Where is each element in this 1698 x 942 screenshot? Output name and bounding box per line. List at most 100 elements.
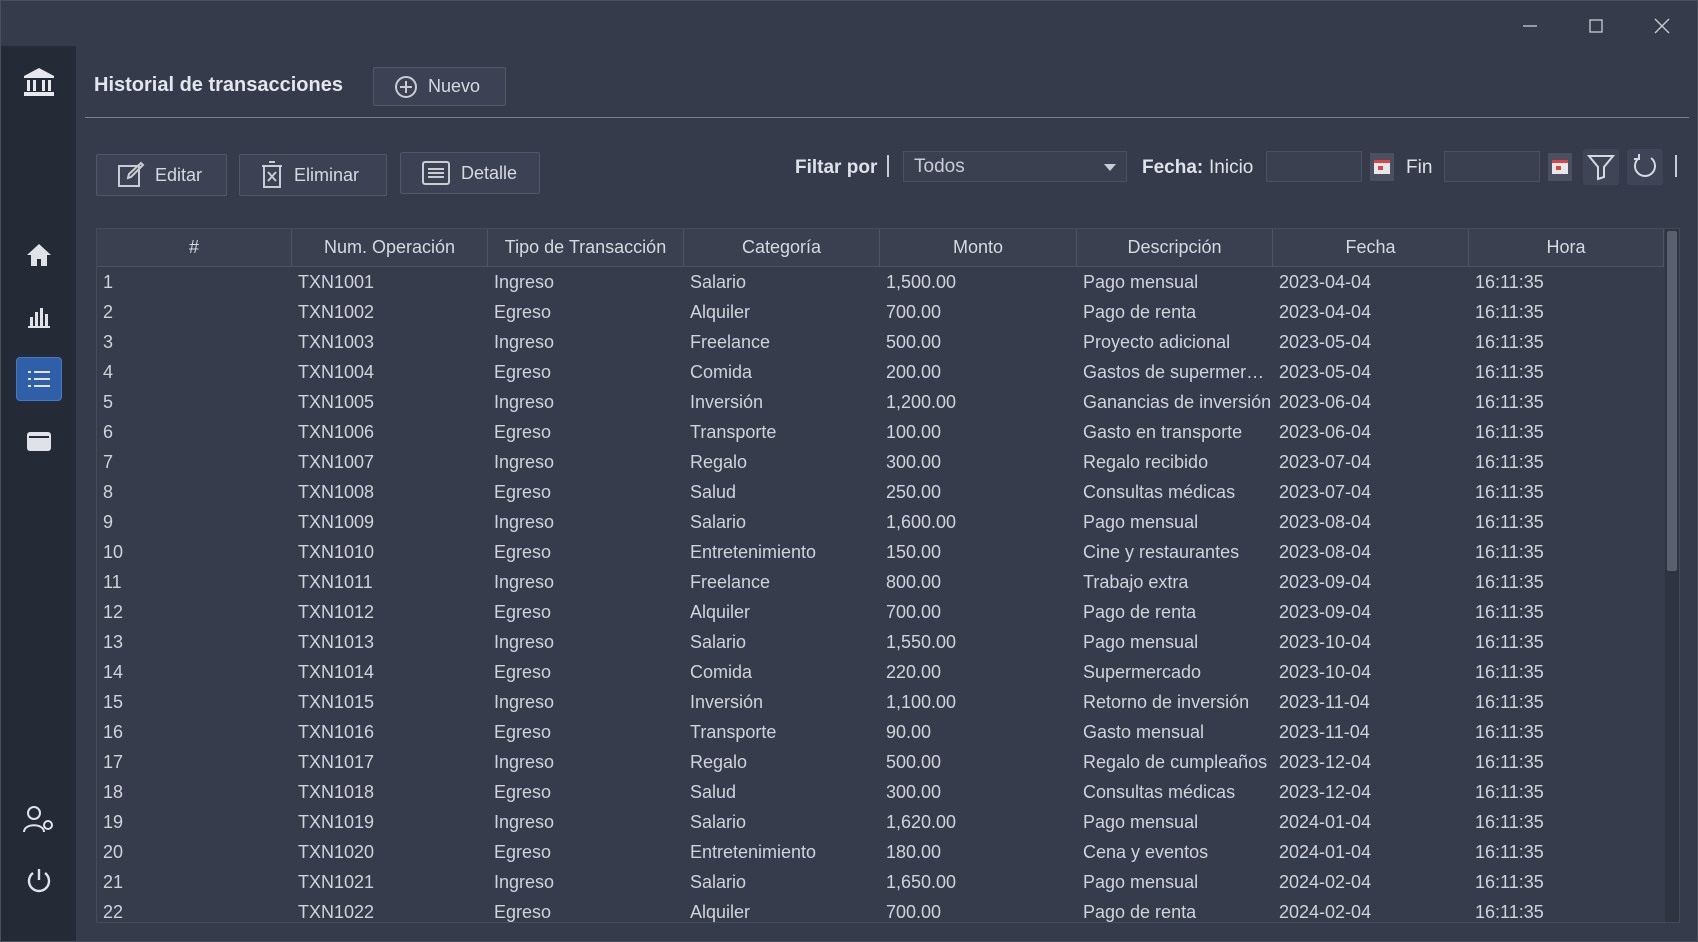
toolbar-end-separator bbox=[1675, 155, 1677, 177]
table-cell: 1,650.00 bbox=[886, 872, 957, 892]
close-icon[interactable] bbox=[1639, 11, 1685, 41]
edit-button[interactable]: Editar bbox=[96, 154, 227, 196]
table-cell: TXN1018 bbox=[298, 782, 375, 802]
table-cell: 500.00 bbox=[886, 332, 942, 352]
table-cell: Regalo bbox=[690, 452, 748, 472]
list-icon bbox=[28, 371, 50, 387]
table-row[interactable]: 8 TXN1008 Egreso Salud 250.00 Consultas médic… bbox=[97, 477, 1664, 507]
table-row[interactable]: 22 TXN1022 Egreso Alquiler 700.00 Pago de ren… bbox=[97, 897, 1664, 922]
sidebar-item-stats[interactable] bbox=[17, 296, 61, 338]
table-cell: TXN1016 bbox=[298, 722, 375, 742]
table-cell: Ingreso bbox=[494, 752, 555, 772]
sidebar-item-user-settings[interactable] bbox=[17, 798, 61, 840]
table-row[interactable]: 12 TXN1012 Egreso Alquiler 700.00 Pago de ren… bbox=[97, 597, 1664, 627]
table-cell: 4 bbox=[103, 362, 114, 382]
date-label: Fecha: bbox=[1142, 157, 1204, 178]
table-cell: Comida bbox=[690, 362, 753, 382]
new-button[interactable]: Nuevo bbox=[373, 67, 506, 106]
table-cell: TXN1012 bbox=[298, 602, 375, 622]
table-row[interactable]: 20 TXN1020 Egreso Entretenimiento 180.00 Cena… bbox=[97, 837, 1664, 867]
table-cell: Egreso bbox=[494, 482, 552, 502]
chevron-down-icon bbox=[1104, 164, 1116, 171]
table-cell: Pago mensual bbox=[1083, 272, 1199, 292]
table-cell: Gasto en transporte bbox=[1083, 422, 1243, 442]
sidebar-item-transactions[interactable] bbox=[17, 358, 61, 400]
table-row[interactable]: 15 TXN1015 Ingreso Inversión 1,100.00 Retorno… bbox=[97, 687, 1664, 717]
detail-button[interactable]: Detalle bbox=[400, 152, 540, 194]
table-row[interactable]: 9 TXN1009 Ingreso Salario 1,600.00 Pago mensu… bbox=[97, 507, 1664, 537]
table-row[interactable]: 4 TXN1004 Egreso Comida 200.00 Gastos de supe… bbox=[97, 357, 1664, 387]
table-row[interactable]: 21 TXN1021 Ingreso Salario 1,650.00 Pago mens… bbox=[97, 867, 1664, 897]
column-header[interactable]: Monto bbox=[880, 229, 1077, 266]
end-date-input[interactable] bbox=[1444, 151, 1540, 182]
table-cell: 22 bbox=[103, 902, 124, 922]
delete-button[interactable]: Eliminar bbox=[239, 154, 387, 196]
table-row[interactable]: 2 TXN1002 Egreso Alquiler 700.00 Pago de rent… bbox=[97, 297, 1664, 327]
column-header[interactable]: Fecha bbox=[1273, 229, 1469, 266]
filter-button[interactable] bbox=[1583, 149, 1619, 185]
table-cell: Cena y eventos bbox=[1083, 842, 1209, 862]
column-header[interactable]: # bbox=[97, 229, 292, 266]
table-cell: 13 bbox=[103, 632, 124, 652]
table-row[interactable]: 14 TXN1014 Egreso Comida 220.00 Supermercado 2… bbox=[97, 657, 1664, 687]
table-row[interactable]: 6 TXN1006 Egreso Transporte 100.00 Gasto en t… bbox=[97, 417, 1664, 447]
table-cell: 7 bbox=[103, 452, 114, 472]
new-button-label: Nuevo bbox=[428, 76, 481, 96]
header-divider bbox=[85, 117, 1689, 118]
table-cell: 2023-06-04 bbox=[1279, 392, 1372, 412]
column-header[interactable]: Num. Operación bbox=[292, 229, 488, 266]
table-cell: 200.00 bbox=[886, 362, 942, 382]
page-title: Historial de transacciones bbox=[94, 74, 343, 96]
column-header[interactable]: Tipo de Transacción bbox=[488, 229, 684, 266]
start-calendar-icon[interactable] bbox=[1370, 153, 1394, 181]
table-cell: 16:11:35 bbox=[1475, 332, 1544, 352]
table-row[interactable]: 19 TXN1019 Ingreso Salario 1,620.00 Pago mens… bbox=[97, 807, 1664, 837]
column-header[interactable]: Categoría bbox=[684, 229, 880, 266]
table-cell: Ingreso bbox=[494, 272, 555, 292]
table-cell: 1,620.00 bbox=[886, 812, 957, 832]
table-cell: 500.00 bbox=[886, 752, 942, 772]
maximize-icon[interactable] bbox=[1573, 11, 1619, 41]
table-cell: 16:11:35 bbox=[1475, 872, 1544, 892]
table-row[interactable]: 3 TXN1003 Ingreso Freelance 500.00 Proyecto a… bbox=[97, 327, 1664, 357]
table-row[interactable]: 11 TXN1011 Ingreso Freelance 800.00 Trabajo e… bbox=[97, 567, 1664, 597]
scrollbar-thumb[interactable] bbox=[1667, 231, 1677, 571]
sidebar-item-wallet[interactable] bbox=[17, 420, 61, 462]
refresh-button[interactable] bbox=[1627, 149, 1663, 185]
table-cell: TXN1009 bbox=[298, 512, 375, 532]
start-date-input[interactable] bbox=[1266, 151, 1362, 182]
table-row[interactable]: 13 TXN1013 Ingreso Salario 1,550.00 Pago mens… bbox=[97, 627, 1664, 657]
table-cell: 2023-08-04 bbox=[1279, 512, 1372, 532]
table-cell: Inversión bbox=[690, 692, 764, 712]
table-cell: 700.00 bbox=[886, 902, 942, 922]
table-row[interactable]: 17 TXN1017 Ingreso Regalo 500.00 Regalo de cu… bbox=[97, 747, 1664, 777]
table-cell: TXN1007 bbox=[298, 452, 375, 472]
table-row[interactable]: 10 TXN1010 Egreso Entretenimiento 150.00 Cine… bbox=[97, 537, 1664, 567]
table-cell: Transporte bbox=[690, 722, 777, 742]
minimize-icon[interactable] bbox=[1507, 11, 1553, 41]
table-cell: TXN1005 bbox=[298, 392, 375, 412]
sidebar-item-logout[interactable] bbox=[17, 860, 61, 902]
sidebar-item-home[interactable] bbox=[17, 234, 61, 276]
table-row[interactable]: 1 TXN1001 Ingreso Salario 1,500.00 Pago mensu… bbox=[97, 267, 1664, 297]
table-cell: 2023-11-04 bbox=[1279, 692, 1370, 712]
table-row[interactable]: 5 TXN1005 Ingreso Inversión 1,200.00 Ganancia… bbox=[97, 387, 1664, 417]
table-cell: 16:11:35 bbox=[1475, 302, 1544, 322]
table-cell: 12 bbox=[103, 602, 124, 622]
table-cell: Pago de renta bbox=[1083, 302, 1197, 322]
table-row[interactable]: 7 TXN1007 Ingreso Regalo 300.00 Regalo recibi… bbox=[97, 447, 1664, 477]
column-header[interactable]: Descripción bbox=[1077, 229, 1273, 266]
table-cell: Regalo recibido bbox=[1083, 452, 1209, 472]
table-row[interactable]: 18 TXN1018 Egreso Salud 300.00 Consultas médi… bbox=[97, 777, 1664, 807]
table-cell: 300.00 bbox=[886, 452, 942, 472]
table-row[interactable]: 16 TXN1016 Egreso Transporte 90.00 Gasto mens… bbox=[97, 717, 1664, 747]
table-cell: 8 bbox=[103, 482, 114, 502]
end-calendar-icon[interactable] bbox=[1548, 153, 1572, 181]
table-cell: Salario bbox=[690, 872, 747, 892]
table-cell: Consultas médicas bbox=[1083, 482, 1236, 502]
table-cell: 16:11:35 bbox=[1475, 842, 1544, 862]
table-cell: Salario bbox=[690, 812, 747, 832]
filter-select[interactable]: Todos bbox=[903, 151, 1127, 182]
column-header[interactable]: Hora bbox=[1469, 229, 1664, 266]
vertical-scrollbar[interactable] bbox=[1665, 229, 1679, 922]
